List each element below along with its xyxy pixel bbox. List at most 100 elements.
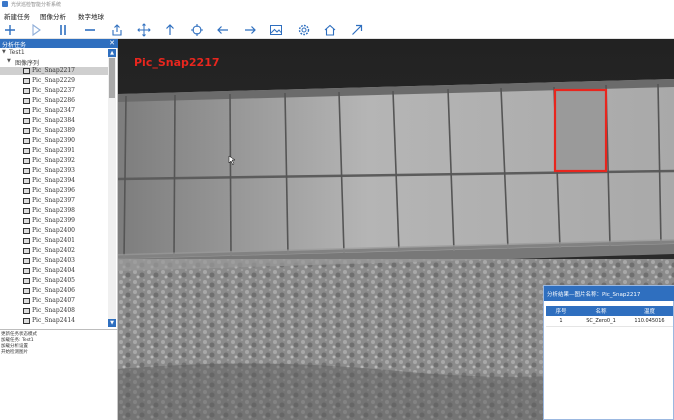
sidebar-header: 分析任务 ✕ bbox=[0, 39, 118, 49]
pause-icon[interactable] bbox=[55, 22, 71, 38]
list-item-label: Pic_Snap2403 bbox=[32, 257, 75, 264]
minus-icon[interactable] bbox=[82, 22, 98, 38]
image-file-icon bbox=[23, 308, 30, 314]
list-item-label: Pic_Snap2394 bbox=[32, 177, 75, 184]
col-header-name[interactable]: 名称 bbox=[576, 306, 626, 316]
play-icon[interactable] bbox=[28, 22, 44, 38]
list-item-label: Pic_Snap2384 bbox=[32, 117, 75, 124]
list-item-label: Pic_Snap2393 bbox=[32, 167, 75, 174]
list-item-label: Pic_Snap2390 bbox=[32, 137, 75, 144]
list-item-label: Pic_Snap2286 bbox=[32, 97, 75, 104]
image-file-icon bbox=[23, 178, 30, 184]
window-title: 光伏巡检智能分析系统 bbox=[11, 2, 62, 8]
list-item-label: Pic_Snap2217 bbox=[32, 67, 75, 74]
image-file-icon bbox=[23, 128, 30, 134]
image-file-icon bbox=[23, 68, 30, 74]
tree-group-label: 图像序列 bbox=[15, 60, 40, 67]
list-item[interactable]: Pic_Snap2390 bbox=[0, 137, 108, 145]
image-icon[interactable] bbox=[268, 22, 284, 38]
list-item[interactable]: Pic_Snap2398 bbox=[0, 207, 108, 215]
list-item[interactable]: Pic_Snap2384 bbox=[0, 117, 108, 125]
tree-scrollbar[interactable]: ▲ ▼ bbox=[108, 49, 116, 327]
tree-group[interactable]: ▼ 图像序列 bbox=[0, 58, 108, 67]
move-icon[interactable] bbox=[136, 22, 152, 38]
list-item[interactable]: Pic_Snap2229 bbox=[0, 77, 108, 85]
result-table: 序号 名称 温度 1 SC_Zero0_1 110.045016 bbox=[546, 306, 673, 327]
arrow-up-icon[interactable] bbox=[162, 22, 178, 38]
result-panel: 分析结果—图片名称：Pic_Snap2217 序号 名称 温度 1 SC_Zer… bbox=[543, 285, 674, 420]
list-item-label: Pic_Snap2406 bbox=[32, 287, 75, 294]
tree-root[interactable]: ▼ Test1 bbox=[0, 49, 108, 57]
arrow-diagonal-icon[interactable] bbox=[349, 22, 365, 38]
title-bar: 光伏巡检智能分析系统 bbox=[0, 0, 674, 9]
list-item[interactable]: Pic_Snap2414 bbox=[0, 317, 108, 325]
menu-image-analysis[interactable]: 图像分析 bbox=[40, 11, 66, 21]
plus-icon[interactable] bbox=[2, 22, 18, 38]
app-window: 光伏巡检智能分析系统 新建任务 图像分析 数字地球 分析任务 ✕ ▼ Test1… bbox=[0, 0, 674, 420]
image-file-icon bbox=[23, 148, 30, 154]
list-item[interactable]: Pic_Snap2391 bbox=[0, 147, 108, 155]
list-item[interactable]: Pic_Snap2347 bbox=[0, 107, 108, 115]
col-header-index[interactable]: 序号 bbox=[546, 306, 576, 316]
scroll-up-icon[interactable]: ▲ bbox=[108, 49, 116, 57]
image-file-icon bbox=[23, 118, 30, 124]
menu-digital-earth[interactable]: 数字地球 bbox=[78, 11, 104, 21]
list-item[interactable]: Pic_Snap2399 bbox=[0, 217, 108, 225]
list-item[interactable]: Pic_Snap2406 bbox=[0, 287, 108, 295]
menu-new-task[interactable]: 新建任务 bbox=[4, 11, 30, 21]
list-item[interactable]: Pic_Snap2396 bbox=[0, 187, 108, 195]
menu-bar: 新建任务 图像分析 数字地球 bbox=[0, 9, 674, 21]
target-icon[interactable] bbox=[189, 22, 205, 38]
list-item[interactable]: Pic_Snap2389 bbox=[0, 127, 108, 135]
list-item[interactable]: Pic_Snap2397 bbox=[0, 197, 108, 205]
task-sidebar: 分析任务 ✕ ▼ Test1 ▼ 图像序列 Pic_Snap2217 Pic_Sn… bbox=[0, 39, 118, 420]
table-row[interactable]: 1 SC_Zero0_1 110.045016 bbox=[546, 316, 673, 327]
image-file-icon bbox=[23, 198, 30, 204]
list-item[interactable]: Pic_Snap2402 bbox=[0, 247, 108, 255]
home-icon[interactable] bbox=[322, 22, 338, 38]
col-header-temperature[interactable]: 温度 bbox=[626, 306, 673, 316]
image-file-icon bbox=[23, 188, 30, 194]
scroll-down-icon[interactable]: ▼ bbox=[108, 319, 116, 327]
list-item-label: Pic_Snap2229 bbox=[32, 77, 75, 84]
settings-icon[interactable] bbox=[296, 22, 312, 38]
image-file-icon bbox=[23, 228, 30, 234]
image-file-icon bbox=[23, 138, 30, 144]
list-item[interactable]: Pic_Snap2237 bbox=[0, 87, 108, 95]
image-file-icon bbox=[23, 88, 30, 94]
log-line: 开始检测图片 bbox=[1, 350, 28, 355]
image-file-icon bbox=[23, 248, 30, 254]
arrow-right-icon[interactable] bbox=[242, 22, 258, 38]
list-item-label: Pic_Snap2402 bbox=[32, 247, 75, 254]
list-item-label: Pic_Snap2408 bbox=[32, 307, 75, 314]
image-file-icon bbox=[23, 158, 30, 164]
expand-arrow-icon[interactable]: ▼ bbox=[7, 58, 11, 64]
list-item[interactable]: Pic_Snap2403 bbox=[0, 257, 108, 265]
list-item[interactable]: Pic_Snap2401 bbox=[0, 237, 108, 245]
list-item[interactable]: Pic_Snap2392 bbox=[0, 157, 108, 165]
list-item[interactable]: Pic_Snap2394 bbox=[0, 177, 108, 185]
cell-index: 1 bbox=[546, 316, 576, 327]
snapshot-label: Pic_Snap2217 bbox=[134, 56, 220, 69]
list-item-label: Pic_Snap2407 bbox=[32, 297, 75, 304]
list-item[interactable]: Pic_Snap2400 bbox=[0, 227, 108, 235]
list-item[interactable]: Pic_Snap2393 bbox=[0, 167, 108, 175]
image-file-icon bbox=[23, 218, 30, 224]
list-item-label: Pic_Snap2389 bbox=[32, 127, 75, 134]
list-item[interactable]: Pic_Snap2404 bbox=[0, 267, 108, 275]
arrow-left-icon[interactable] bbox=[215, 22, 231, 38]
image-file-icon bbox=[23, 318, 30, 324]
list-item[interactable]: Pic_Snap2217 bbox=[0, 67, 108, 75]
list-item[interactable]: Pic_Snap2407 bbox=[0, 297, 108, 305]
sidebar-title: 分析任务 bbox=[2, 42, 27, 49]
scroll-thumb[interactable] bbox=[109, 58, 115, 98]
list-item[interactable]: Pic_Snap2408 bbox=[0, 307, 108, 315]
log-panel: 更新任务状态模式 加载任务: Test1 加载分析设置 开始检测图片 bbox=[1, 331, 117, 355]
list-item-label: Pic_Snap2399 bbox=[32, 217, 75, 224]
list-item[interactable]: Pic_Snap2286 bbox=[0, 97, 108, 105]
close-icon[interactable]: ✕ bbox=[109, 39, 115, 47]
image-file-icon bbox=[23, 258, 30, 264]
expand-arrow-icon[interactable]: ▼ bbox=[2, 49, 6, 55]
export-icon[interactable] bbox=[109, 22, 125, 38]
list-item[interactable]: Pic_Snap2405 bbox=[0, 277, 108, 285]
